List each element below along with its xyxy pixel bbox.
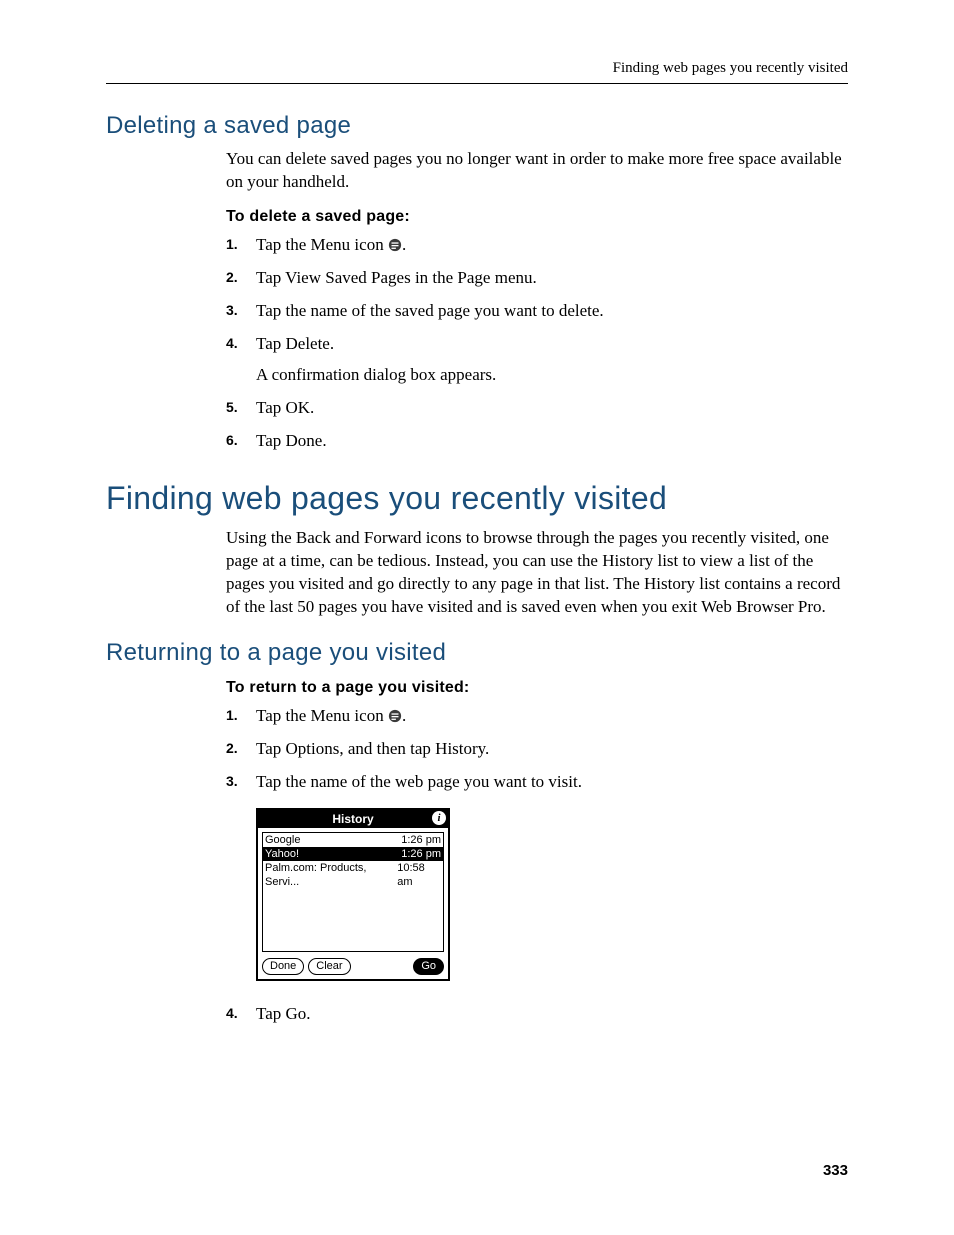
go-button[interactable]: Go — [413, 958, 444, 975]
procedure-label-delete: To delete a saved page: — [226, 208, 848, 226]
delete-step-5: Tap OK. — [226, 397, 848, 420]
history-row[interactable]: Palm.com: Products, Servi... 10:58 am — [263, 861, 443, 889]
finding-intro-paragraph: Using the Back and Forward icons to brow… — [226, 527, 848, 619]
return-steps-list: Tap the Menu icon . Tap Options, and the… — [226, 705, 848, 794]
running-header: Finding web pages you recently visited — [106, 60, 848, 77]
return-step-3: Tap the name of the web page you want to… — [226, 771, 848, 794]
info-icon[interactable]: i — [432, 811, 446, 825]
history-row-time: 1:26 pm — [401, 847, 441, 861]
heading-returning-to-page: Returning to a page you visited — [106, 639, 848, 667]
clear-button[interactable]: Clear — [308, 958, 350, 975]
return-steps-list-continued: Tap Go. — [226, 1003, 848, 1026]
history-row-time: 1:26 pm — [401, 833, 441, 847]
history-row[interactable]: Yahoo! 1:26 pm — [263, 847, 443, 861]
history-dialog: History i Google 1:26 pm Yahoo! 1:26 pm … — [256, 808, 450, 981]
history-dialog-titlebar: History i — [258, 810, 448, 828]
history-row-time: 10:58 am — [397, 861, 441, 889]
step-text: Tap the Menu icon — [256, 706, 388, 725]
return-step-1: Tap the Menu icon . — [226, 705, 848, 728]
history-dialog-buttons: Done Clear Go — [258, 956, 448, 979]
header-rule — [106, 83, 848, 84]
history-row-name: Yahoo! — [265, 847, 299, 861]
delete-step-4: Tap Delete. A confirmation dialog box ap… — [226, 333, 848, 387]
return-step-2: Tap Options, and then tap History. — [226, 738, 848, 761]
history-list: Google 1:26 pm Yahoo! 1:26 pm Palm.com: … — [262, 832, 444, 952]
delete-steps-list: Tap the Menu icon . Tap View Saved Pages… — [226, 234, 848, 453]
page-number: 333 — [823, 1162, 848, 1179]
history-row-name: Google — [265, 833, 300, 847]
step-text: Tap the Menu icon — [256, 235, 388, 254]
delete-step-6: Tap Done. — [226, 430, 848, 453]
menu-icon — [388, 238, 402, 252]
step-text: Tap Delete. — [256, 334, 334, 353]
history-dialog-title: History — [332, 812, 373, 826]
delete-intro-paragraph: You can delete saved pages you no longer… — [226, 148, 848, 194]
delete-step-1: Tap the Menu icon . — [226, 234, 848, 257]
history-row-name: Palm.com: Products, Servi... — [265, 861, 397, 889]
return-step-4: Tap Go. — [226, 1003, 848, 1026]
delete-step-2: Tap View Saved Pages in the Page menu. — [226, 267, 848, 290]
step-text-tail: . — [402, 706, 406, 725]
procedure-label-return: To return to a page you visited: — [226, 679, 848, 697]
menu-icon — [388, 709, 402, 723]
delete-step-3: Tap the name of the saved page you want … — [226, 300, 848, 323]
step-text-tail: . — [402, 235, 406, 254]
heading-finding-web-pages: Finding web pages you recently visited — [106, 480, 848, 517]
heading-deleting-a-saved-page: Deleting a saved page — [106, 112, 848, 140]
delete-step-4-sub: A confirmation dialog box appears. — [256, 364, 848, 387]
done-button[interactable]: Done — [262, 958, 304, 975]
history-row[interactable]: Google 1:26 pm — [263, 833, 443, 847]
